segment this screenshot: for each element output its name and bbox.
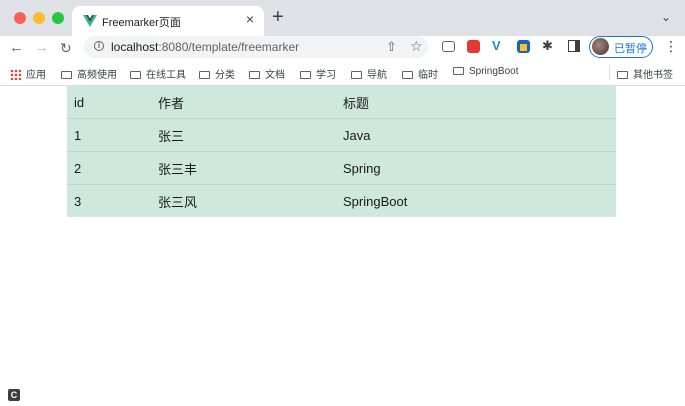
side-panel-icon[interactable]	[568, 40, 580, 52]
table-row: 1 张三 Java	[67, 118, 616, 152]
folder-icon	[402, 71, 413, 79]
folder-icon	[300, 71, 311, 79]
table-cell: 张三丰	[151, 151, 336, 185]
download-extension-icon[interactable]	[517, 40, 530, 53]
folder-icon	[249, 71, 260, 79]
extensions-puzzle-icon[interactable]: ✱	[542, 38, 553, 54]
new-tab-button[interactable]: +	[272, 7, 284, 27]
bookmarks-divider	[609, 65, 610, 80]
table-cell: 3	[74, 193, 82, 209]
profile-button[interactable]: 已暂停	[589, 36, 653, 58]
bookmark-folder[interactable]: SpringBoot	[453, 66, 518, 77]
close-window-button[interactable]	[14, 12, 26, 24]
folder-icon	[130, 71, 141, 79]
browser-toolbar: ← → ↻ i localhost:8080/template/freemark…	[0, 36, 685, 60]
menu-kebab-icon[interactable]: ⋮	[664, 38, 678, 55]
bookmark-apps[interactable]: 应用	[10, 66, 46, 81]
close-tab-icon[interactable]: ×	[246, 11, 254, 27]
minimize-window-button[interactable]	[33, 12, 45, 24]
table-cell: 1	[67, 118, 151, 152]
vue-logo-icon	[83, 15, 97, 27]
tab-search-chevron-icon[interactable]: ⌄	[661, 10, 671, 24]
camera-extension-icon[interactable]	[442, 41, 455, 52]
avatar	[592, 38, 609, 55]
bookmark-folder[interactable]: 导航	[351, 66, 387, 81]
status-extension-icon[interactable]: C	[8, 389, 20, 401]
bookmark-folder[interactable]: 分类	[199, 66, 235, 81]
bookmarks-bar: 应用 高频使用 在线工具 分类 文档 学习 导航 临时 SpringBoot 其…	[0, 60, 685, 86]
bookmark-folder[interactable]: 学习	[300, 66, 336, 81]
site-info-icon[interactable]: i	[94, 41, 104, 51]
back-button[interactable]: ←	[9, 38, 24, 58]
bookmark-folder[interactable]: 文档	[249, 66, 285, 81]
vue-devtools-extension-icon[interactable]: V	[492, 38, 505, 53]
bookmark-star-icon[interactable]: ☆	[410, 38, 423, 55]
table-row: 2 张三丰 Spring	[67, 151, 616, 185]
folder-icon	[617, 71, 628, 79]
reload-button[interactable]: ↻	[60, 38, 72, 58]
url-text[interactable]: localhost:8080/template/freemarker	[111, 40, 299, 54]
articles-table: id 作者 标题 1 张三 Java 2 张三丰 Spring 3 张三风 Sp…	[67, 86, 616, 217]
folder-icon	[61, 71, 72, 79]
red-extension-icon[interactable]	[467, 40, 480, 53]
folder-icon	[453, 67, 464, 75]
bookmark-folder[interactable]: 临时	[402, 66, 438, 81]
table-cell: 张三	[151, 118, 336, 152]
bookmark-folder[interactable]: 在线工具	[130, 66, 186, 81]
folder-icon	[351, 71, 362, 79]
table-cell: 2	[67, 151, 151, 185]
table-cell: SpringBoot	[343, 193, 408, 209]
folder-icon	[199, 71, 210, 79]
active-tab[interactable]: Freemarker页面 ×	[72, 6, 264, 36]
forward-button[interactable]: →	[34, 38, 49, 58]
maximize-window-button[interactable]	[52, 12, 64, 24]
table-cell: Spring	[336, 151, 616, 185]
page-content: id 作者 标题 1 张三 Java 2 张三丰 Spring 3 张三风 Sp…	[0, 86, 685, 406]
column-header: 作者	[151, 86, 336, 119]
share-icon[interactable]: ⇧	[386, 39, 397, 55]
profile-status-label: 已暂停	[614, 43, 647, 55]
tab-strip: Freemarker页面 × + ⌄	[0, 0, 685, 36]
table-header-row: id 作者 标题	[67, 86, 616, 119]
apps-grid-icon	[10, 69, 21, 80]
table-cell: 张三风	[158, 194, 198, 210]
bookmark-folder[interactable]: 高频使用	[61, 66, 117, 81]
other-bookmarks[interactable]: 其他书签	[617, 66, 673, 81]
tab-title: Freemarker页面	[102, 17, 181, 29]
column-header: id	[67, 86, 151, 119]
table-row: 3 张三风 SpringBoot	[67, 185, 616, 218]
table-cell: Java	[336, 118, 616, 152]
column-header: 标题	[336, 86, 616, 119]
address-bar[interactable]: i localhost:8080/template/freemarker ⇧ ☆	[84, 36, 428, 58]
